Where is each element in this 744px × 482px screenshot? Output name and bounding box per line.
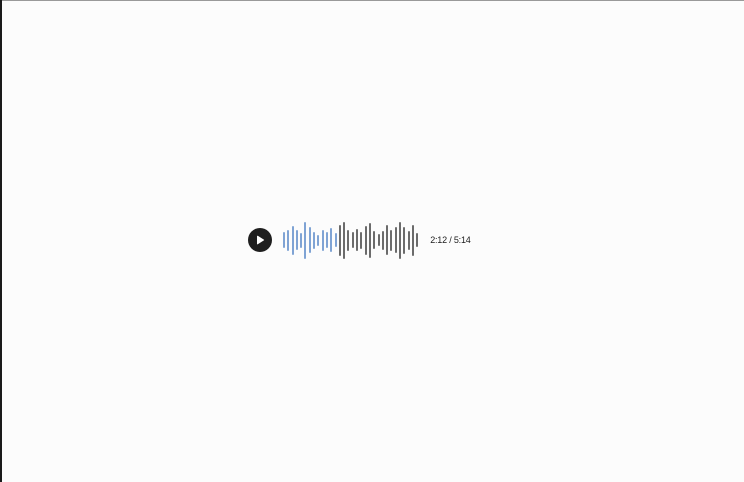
window-top-edge bbox=[0, 0, 744, 1]
waveform-bar bbox=[381, 230, 384, 250]
waveform-bar bbox=[407, 230, 410, 250]
waveform-bar bbox=[373, 231, 376, 249]
play-icon bbox=[257, 235, 265, 245]
waveform-bar-played bbox=[308, 227, 311, 253]
time-display: 2:12 / 5:14 bbox=[430, 235, 471, 245]
waveform-scrubber[interactable] bbox=[283, 221, 419, 259]
waveform-bar bbox=[338, 224, 341, 256]
waveform-bar-played bbox=[313, 231, 316, 249]
waveform-bar bbox=[386, 225, 389, 255]
window-left-edge bbox=[0, 0, 2, 482]
time-separator: / bbox=[449, 235, 452, 245]
waveform-bar bbox=[377, 234, 380, 246]
total-time: 5:14 bbox=[453, 235, 471, 245]
waveform-bar bbox=[399, 221, 402, 259]
waveform-bar bbox=[343, 221, 346, 259]
waveform-bar-played bbox=[304, 221, 307, 259]
waveform-bar-played bbox=[287, 229, 290, 251]
waveform-bar-played bbox=[295, 230, 298, 250]
waveform-bar bbox=[360, 231, 363, 249]
waveform-bar bbox=[364, 225, 367, 255]
waveform-bar-played bbox=[317, 234, 320, 246]
waveform-bar bbox=[416, 233, 419, 247]
waveform-bar-played bbox=[334, 233, 337, 247]
waveform-bar bbox=[347, 229, 350, 251]
waveform-bar bbox=[403, 226, 406, 254]
waveform-bar-played bbox=[330, 228, 333, 252]
waveform-bar-played bbox=[300, 232, 303, 248]
waveform-bar bbox=[351, 232, 354, 248]
waveform-bar bbox=[368, 222, 371, 258]
waveform-bar-played bbox=[325, 232, 328, 248]
waveform-bar bbox=[411, 224, 414, 256]
waveform-bar-played bbox=[283, 232, 285, 248]
play-button[interactable] bbox=[248, 228, 272, 252]
waveform-bar bbox=[394, 227, 397, 253]
waveform-bar-played bbox=[321, 229, 324, 251]
waveform-bar-played bbox=[291, 225, 294, 255]
current-time: 2:12 bbox=[430, 235, 447, 245]
waveform-bar bbox=[390, 229, 393, 251]
waveform-bar bbox=[356, 229, 359, 251]
audio-player: 2:12 / 5:14 bbox=[248, 221, 471, 259]
